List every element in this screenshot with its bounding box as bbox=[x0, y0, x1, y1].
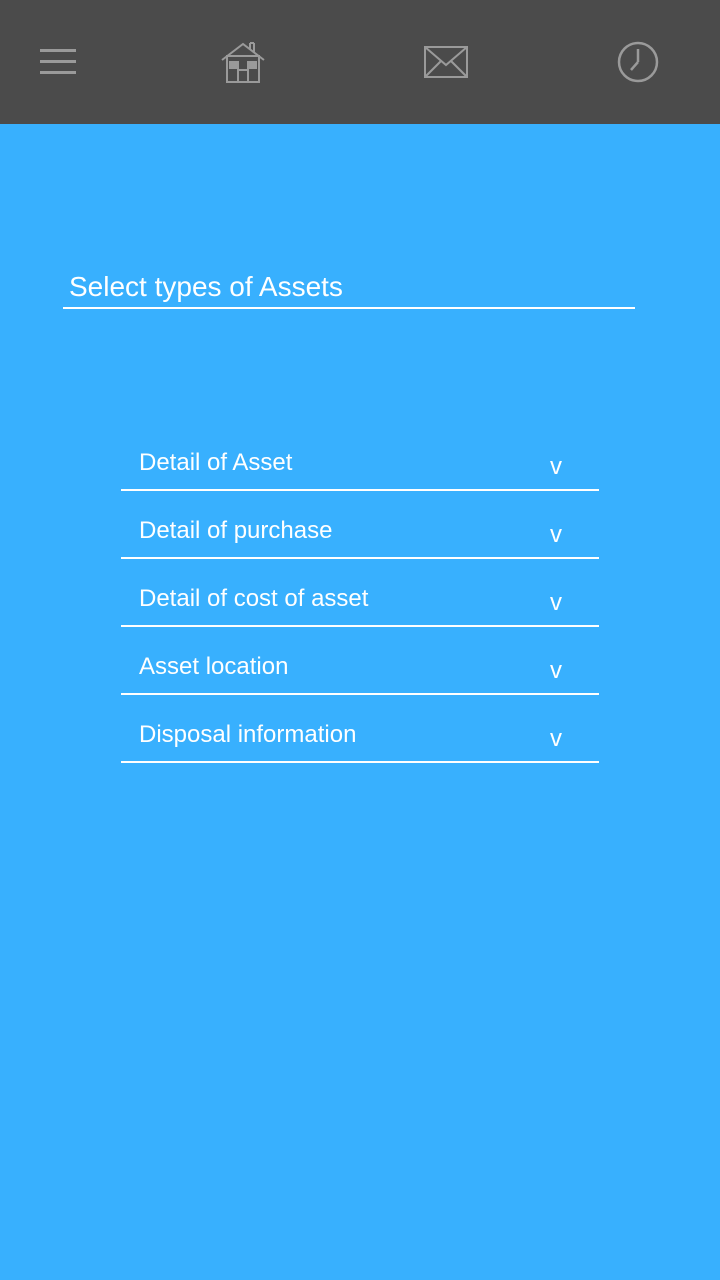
chevron-down-icon: v bbox=[550, 521, 562, 548]
history-button[interactable] bbox=[610, 36, 666, 88]
chevron-down-icon: v bbox=[550, 725, 562, 752]
asset-sections-list: Detail of Asset v Detail of purchase v D… bbox=[121, 436, 599, 776]
section-label: Asset location bbox=[139, 653, 289, 680]
home-button[interactable] bbox=[215, 36, 271, 88]
history-icon bbox=[616, 40, 660, 84]
section-asset-location[interactable]: Asset location v bbox=[121, 640, 599, 695]
menu-button[interactable] bbox=[30, 36, 86, 88]
home-icon bbox=[220, 40, 266, 84]
section-label: Detail of cost of asset bbox=[139, 585, 369, 612]
section-label: Disposal information bbox=[139, 721, 357, 748]
mail-icon bbox=[423, 45, 469, 79]
section-disposal-information[interactable]: Disposal information v bbox=[121, 708, 599, 763]
section-detail-of-cost[interactable]: Detail of cost of asset v bbox=[121, 572, 599, 627]
section-label: Detail of purchase bbox=[139, 517, 333, 544]
section-label: Detail of Asset bbox=[139, 449, 293, 476]
menu-icon bbox=[39, 46, 77, 78]
mail-button[interactable] bbox=[418, 36, 474, 88]
asset-type-select[interactable]: Select types of Assets bbox=[63, 262, 635, 309]
section-detail-of-purchase[interactable]: Detail of purchase v bbox=[121, 504, 599, 559]
top-navigation-bar bbox=[0, 0, 720, 124]
chevron-down-icon: v bbox=[550, 589, 562, 616]
asset-type-value: Select types of Assets bbox=[69, 271, 343, 302]
section-detail-of-asset[interactable]: Detail of Asset v bbox=[121, 436, 599, 491]
chevron-down-icon: v bbox=[550, 657, 562, 684]
chevron-down-icon: v bbox=[550, 453, 562, 480]
